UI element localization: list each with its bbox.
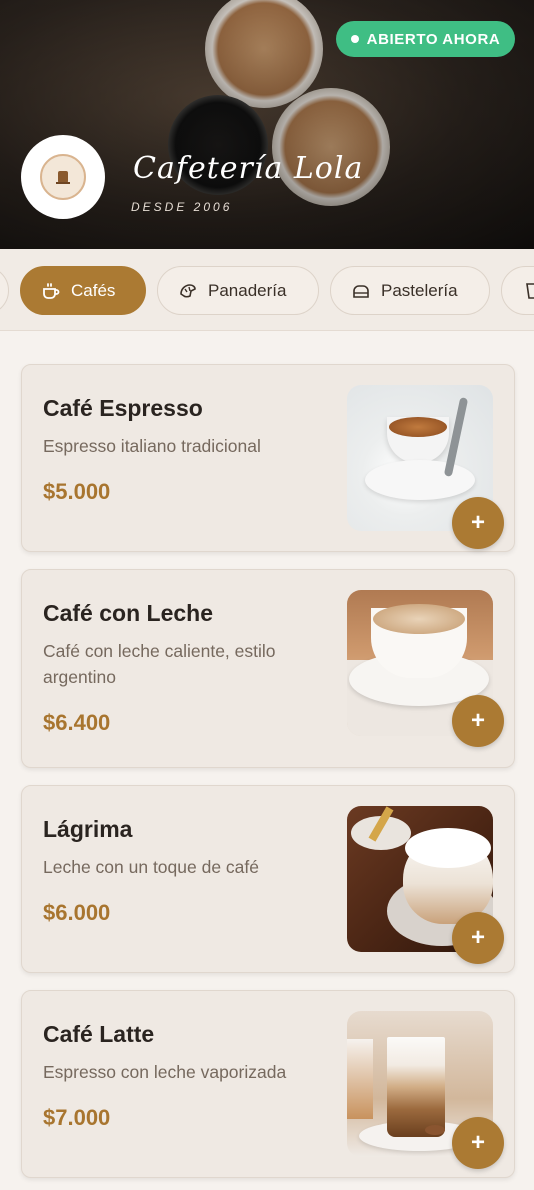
add-to-cart-button[interactable]: +	[452, 695, 504, 747]
tab-label: Panadería	[208, 280, 287, 300]
tab-pasteleria[interactable]: Pastelería	[330, 266, 490, 315]
product-name: Café con Leche	[43, 600, 213, 626]
tab-label: Cafés	[71, 280, 116, 300]
croissant-icon	[180, 283, 196, 298]
status-dot-icon	[350, 35, 359, 43]
add-to-cart-button[interactable]: +	[452, 912, 504, 964]
cafe-logo	[21, 135, 105, 219]
category-tabs: Cafés Panadería Pastelería	[0, 249, 534, 331]
hero-header: ABIERTO AHORA Cafetería Lola DESDE 2006	[0, 0, 534, 249]
cake-icon	[353, 284, 369, 298]
product-description: Leche con un toque de café	[43, 857, 260, 877]
product-price: $7.000	[43, 1105, 111, 1130]
product-price: $6.000	[43, 900, 111, 925]
product-description: Café con leche caliente, estilo argentin…	[43, 641, 276, 687]
product-card-espresso[interactable]: Café Espresso Espresso italiano tradicio…	[21, 364, 515, 552]
product-name: Lágrima	[43, 816, 133, 842]
product-card-cafe-con-leche[interactable]: Café con Leche Café con leche caliente, …	[21, 569, 515, 768]
add-to-cart-button[interactable]: +	[452, 497, 504, 549]
glass-icon	[526, 282, 534, 299]
since-text: DESDE 2006	[131, 200, 233, 214]
product-price: $5.000	[43, 479, 111, 504]
coffee-cup-icon	[43, 282, 60, 299]
product-card-cafe-latte[interactable]: Café Latte Espresso con leche vaporizada…	[21, 990, 515, 1178]
product-name: Café Latte	[43, 1021, 155, 1047]
tab-panaderia[interactable]: Panadería	[157, 266, 319, 315]
tab-previous[interactable]	[0, 266, 9, 315]
tab-label: Pastelería	[381, 280, 458, 300]
product-name: Café Espresso	[43, 395, 203, 421]
product-description: Espresso con leche vaporizada	[43, 1062, 287, 1082]
add-to-cart-button[interactable]: +	[452, 1117, 504, 1169]
product-description: Espresso italiano tradicional	[43, 436, 261, 456]
logo-cup-icon	[56, 171, 70, 184]
tab-next[interactable]	[501, 266, 534, 315]
tab-cafes[interactable]: Cafés	[20, 266, 146, 315]
product-price: $6.400	[43, 710, 111, 735]
product-card-lagrima[interactable]: Lágrima Leche con un toque de café $6.00…	[21, 785, 515, 973]
cafe-name: Cafetería Lola	[133, 151, 364, 186]
open-status-badge: ABIERTO AHORA	[336, 21, 515, 57]
status-label: ABIERTO AHORA	[366, 30, 501, 48]
